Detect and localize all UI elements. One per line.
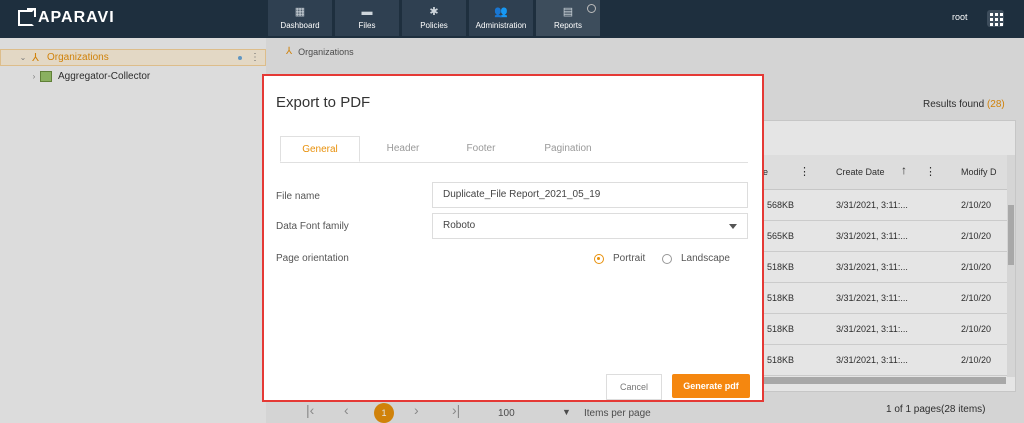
- nav-files[interactable]: ▬ Files: [335, 0, 399, 36]
- nav-label: Administration: [475, 21, 527, 30]
- nav-dashboard[interactable]: ▦ Dashboard: [268, 0, 332, 36]
- dialog-tabs: General Header Footer Pagination: [280, 136, 748, 163]
- users-icon: 👥: [494, 6, 508, 18]
- user-name[interactable]: root: [952, 12, 968, 22]
- aparavi-logo[interactable]: APARAVI: [18, 8, 115, 27]
- tab-footer[interactable]: Footer: [446, 136, 516, 162]
- font-family-label: Data Font family: [276, 221, 349, 232]
- font-family-select[interactable]: Roboto: [432, 213, 748, 239]
- file-name-label: File name: [276, 191, 320, 202]
- logo-icon: [18, 8, 36, 26]
- radio-unchecked-icon: [662, 253, 672, 264]
- nav-label: Dashboard: [280, 21, 320, 30]
- file-name-input[interactable]: Duplicate_File Report_2021_05_19: [432, 182, 748, 208]
- info-badge-icon: [587, 4, 596, 13]
- chevron-down-icon: [729, 224, 737, 229]
- nav-administration[interactable]: 👥 Administration: [469, 0, 533, 36]
- nav-label: Reports: [553, 21, 582, 30]
- cancel-button[interactable]: Cancel: [606, 374, 662, 400]
- clipboard-icon: ▤: [562, 6, 574, 18]
- tab-header[interactable]: Header: [368, 136, 438, 162]
- page-orientation-label: Page orientation: [276, 253, 349, 264]
- export-pdf-dialog: Export to PDF General Header Footer Pagi…: [262, 74, 764, 402]
- tab-pagination[interactable]: Pagination: [528, 136, 608, 162]
- nav-reports[interactable]: ▤ Reports: [536, 0, 600, 36]
- nav-policies[interactable]: ✱ Policies: [402, 0, 466, 36]
- radio-label: Landscape: [681, 253, 730, 264]
- nav-label: Policies: [420, 21, 448, 30]
- nav-label: Files: [358, 21, 376, 30]
- gear-icon: ✱: [429, 6, 439, 18]
- logo-text: APARAVI: [38, 9, 115, 26]
- generate-pdf-button[interactable]: Generate pdf: [672, 374, 750, 398]
- radio-landscape[interactable]: Landscape: [662, 253, 730, 264]
- radio-checked-icon: [594, 253, 604, 264]
- dashboard-icon: ▦: [294, 6, 306, 18]
- top-navigation-bar: APARAVI ▦ Dashboard ▬ Files ✱ Policies 👥…: [0, 0, 1024, 38]
- radio-portrait[interactable]: Portrait: [594, 253, 645, 264]
- font-family-value: Roboto: [443, 220, 476, 231]
- apps-grid-icon[interactable]: [987, 10, 1004, 27]
- dialog-title: Export to PDF: [276, 94, 371, 111]
- radio-label: Portrait: [613, 253, 646, 264]
- tab-general[interactable]: General: [280, 136, 360, 162]
- folder-icon: ▬: [361, 6, 373, 18]
- main-nav: ▦ Dashboard ▬ Files ✱ Policies 👥 Adminis…: [268, 0, 603, 36]
